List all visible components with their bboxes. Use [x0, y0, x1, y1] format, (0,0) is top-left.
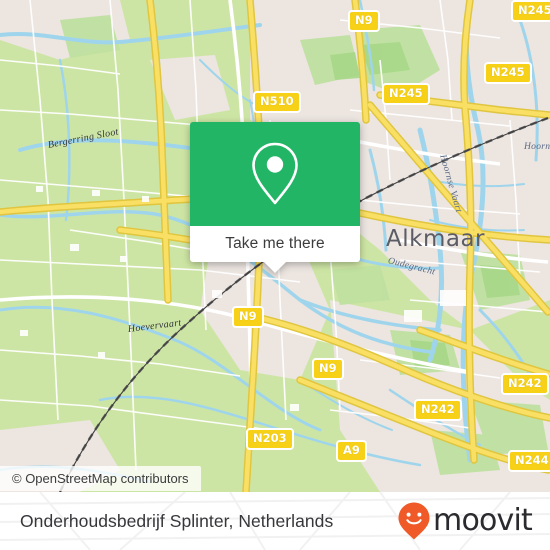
road-shield-n245[interactable]: N245	[511, 0, 550, 22]
road-shield-n245[interactable]: N245	[484, 62, 532, 84]
moovit-pin-smiley-icon	[398, 502, 430, 540]
road-shield-n245[interactable]: N245	[382, 83, 430, 105]
road-shield-n9[interactable]: N9	[348, 10, 380, 32]
road-shield-n9[interactable]: N9	[312, 358, 344, 380]
card-icon-area	[190, 122, 360, 226]
moovit-wordmark: moovit	[433, 503, 533, 538]
moovit-logo[interactable]: moovit	[397, 492, 533, 550]
take-me-there-card[interactable]: Take me there	[190, 122, 360, 273]
road-shield-n242[interactable]: N242	[501, 373, 549, 395]
road-shield-n510[interactable]: N510	[253, 91, 301, 113]
card-pointer-tail	[264, 262, 286, 273]
road-shield-n242[interactable]: N242	[414, 399, 462, 421]
osm-attribution[interactable]: © OpenStreetMap contributors	[0, 466, 201, 491]
road-shield-n203[interactable]: N203	[246, 428, 294, 450]
take-me-there-label: Take me there	[225, 235, 325, 252]
page-title: Onderhoudsbedrijf Splinter, Netherlands	[20, 511, 334, 531]
footer-bar: Onderhoudsbedrijf Splinter, Netherlands …	[0, 492, 550, 550]
moovit-map-screenshot: Alkmaar Bergerring Sloot Hoevervaart Hoo…	[0, 0, 550, 550]
road-shield-n9[interactable]: N9	[232, 306, 264, 328]
location-pin-icon	[252, 142, 298, 205]
road-shield-n244[interactable]: N244	[508, 450, 550, 472]
road-shield-a9[interactable]: A9	[336, 440, 367, 462]
card-cta-area[interactable]: Take me there	[190, 226, 360, 273]
